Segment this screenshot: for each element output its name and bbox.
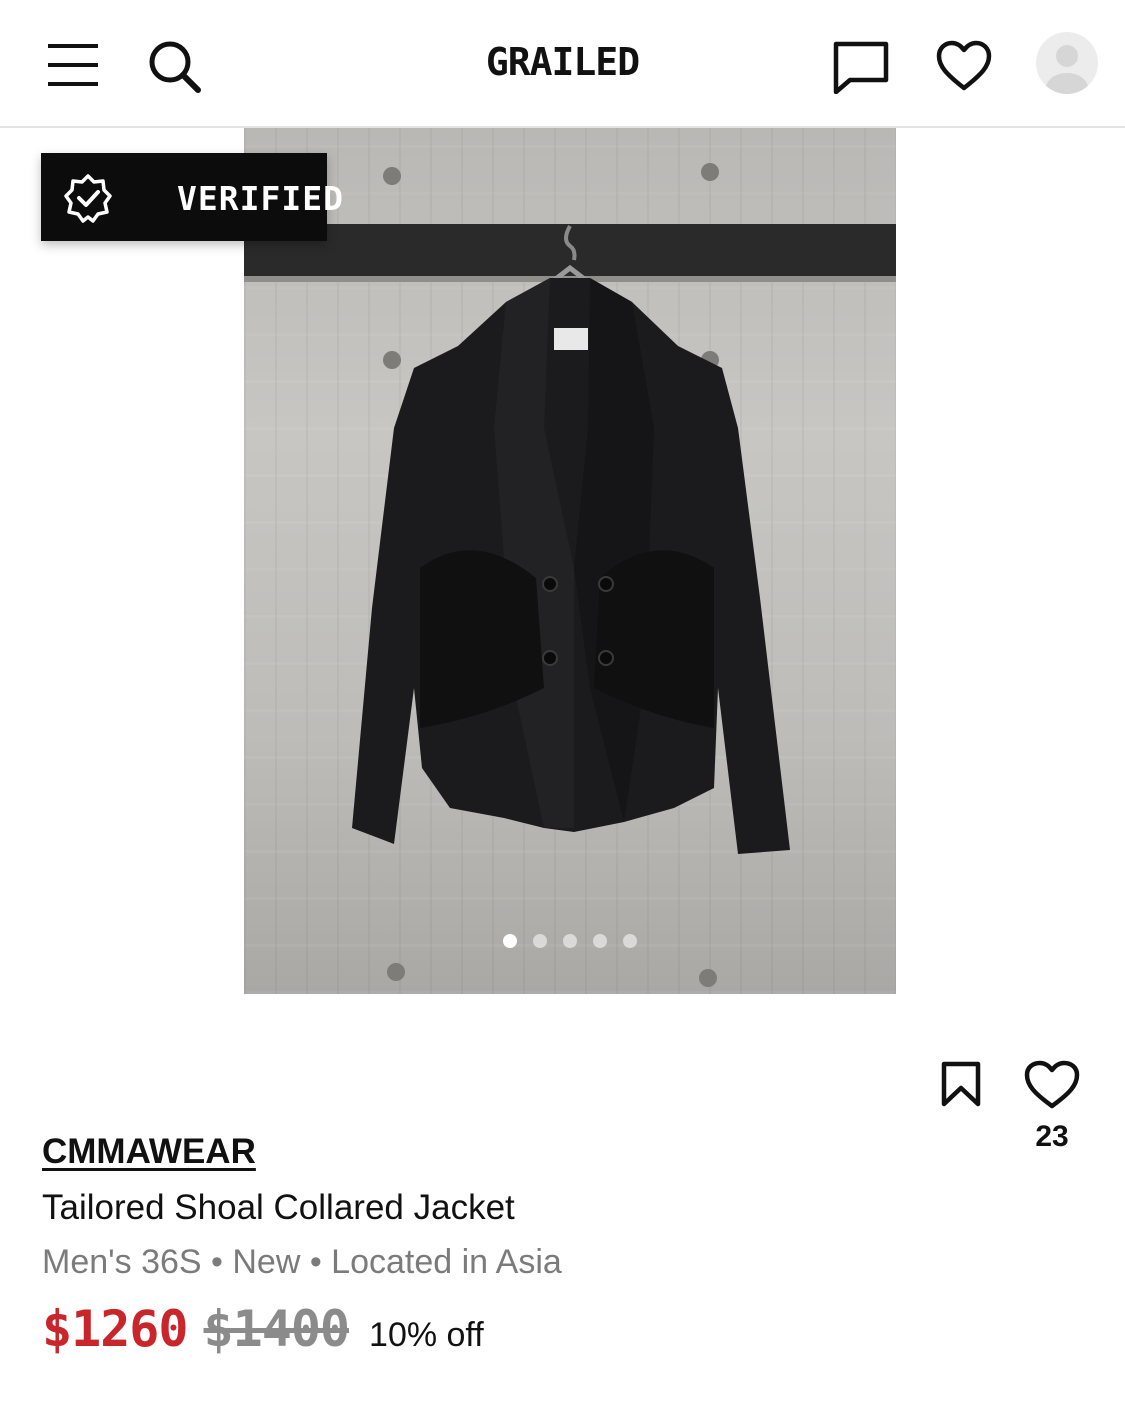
bookmark-icon[interactable]: [940, 1060, 982, 1108]
jacket-photo: [244, 163, 896, 987]
pagination-dot[interactable]: [623, 934, 637, 948]
user-icon: [1046, 45, 1088, 94]
pagination-dot[interactable]: [563, 934, 577, 948]
pagination-dot[interactable]: [593, 934, 607, 948]
price-row: $1260 $1400 10% off: [42, 1300, 484, 1358]
verified-check-icon: [64, 174, 112, 223]
top-nav-bar: GRAILED: [0, 0, 1125, 128]
listing-title: Tailored Shoal Collared Jacket: [42, 1188, 515, 1227]
like-heart-icon[interactable]: [1024, 1060, 1080, 1110]
brand-link[interactable]: CMMAWEAR: [42, 1132, 256, 1172]
current-price: $1260: [42, 1300, 189, 1358]
avatar[interactable]: [1036, 32, 1098, 94]
verified-label: VERIFIED: [177, 179, 344, 218]
discount-label: 10% off: [369, 1316, 484, 1354]
product-image[interactable]: [244, 128, 896, 994]
pagination-dot[interactable]: [503, 934, 517, 948]
listing-meta: Men's 36S • New • Located in Asia: [42, 1243, 562, 1281]
image-pagination: [244, 934, 896, 953]
chat-icon[interactable]: [832, 40, 890, 94]
original-price: $1400: [203, 1300, 351, 1358]
pagination-dot[interactable]: [533, 934, 547, 948]
like-count: 23: [1035, 1120, 1069, 1153]
verified-badge: VERIFIED: [41, 153, 343, 241]
heart-icon[interactable]: [936, 40, 992, 92]
